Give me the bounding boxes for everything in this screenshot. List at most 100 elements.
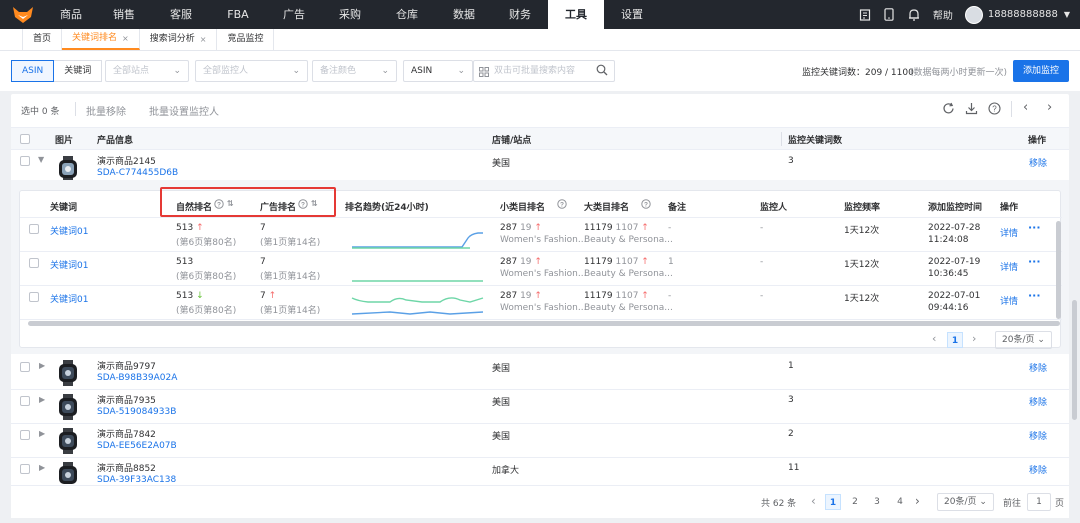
detail-button[interactable]: 详情: [1000, 226, 1018, 239]
task-list-icon[interactable]: [853, 8, 877, 21]
note-value[interactable]: 1: [668, 257, 674, 267]
batch-remove-button[interactable]: 批量移除: [86, 103, 126, 118]
chevron-right-icon[interactable]: ›: [1047, 100, 1052, 115]
row-checkbox[interactable]: [20, 156, 30, 166]
detail-button[interactable]: 详情: [1000, 260, 1018, 273]
question-icon[interactable]: ?: [641, 199, 651, 212]
nav-item-service[interactable]: 客服: [152, 0, 210, 29]
chevron-left-icon[interactable]: ‹: [811, 494, 816, 508]
user-phone[interactable]: 18888888888: [988, 9, 1058, 20]
subtable-horizontal-scrollbar[interactable]: [28, 321, 1060, 326]
page-1-button[interactable]: 1: [825, 494, 841, 510]
page-2-button[interactable]: 2: [847, 494, 863, 510]
row-checkbox[interactable]: [29, 258, 39, 268]
note-color-select[interactable]: 备注颜色 ⌄: [312, 60, 397, 82]
row-checkbox[interactable]: [20, 464, 30, 474]
fox-logo-icon[interactable]: [0, 0, 46, 29]
help-link[interactable]: 帮助: [933, 7, 953, 22]
page-4-button[interactable]: 4: [892, 494, 908, 510]
batch-grid-icon[interactable]: [479, 65, 489, 85]
more-icon[interactable]: ···: [1028, 255, 1041, 268]
product-sku-link[interactable]: SDA-C774455D6B: [97, 168, 178, 178]
select-all-checkbox[interactable]: [20, 134, 30, 144]
remove-button[interactable]: 移除: [1029, 361, 1047, 374]
row-checkbox[interactable]: [20, 430, 30, 440]
tab-competitor-monitor[interactable]: 竞品监控: [217, 29, 275, 50]
monitor-select[interactable]: 全部监控人 ⌄: [195, 60, 308, 82]
row-checkbox[interactable]: [20, 362, 30, 372]
chevron-left-icon[interactable]: ‹: [932, 332, 936, 345]
nav-item-finance[interactable]: 财务: [492, 0, 548, 29]
tab-search-term-analysis[interactable]: 搜索词分析 ×: [140, 29, 218, 50]
product-sku-link[interactable]: SDA-39F33AC138: [97, 475, 176, 485]
detail-button[interactable]: 详情: [1000, 294, 1018, 307]
keyword-link[interactable]: 关键词01: [50, 292, 88, 305]
search-input[interactable]: 双击可批量搜索内容: [473, 60, 615, 82]
user-avatar[interactable]: [964, 5, 983, 24]
add-monitor-button[interactable]: 添加监控: [1013, 60, 1069, 82]
subtable-page-size-select[interactable]: 20条/页 ⌄: [995, 331, 1052, 349]
expand-caret-icon[interactable]: ▶: [39, 463, 45, 472]
page-vertical-scrollbar[interactable]: [1072, 300, 1077, 420]
nav-item-purchase[interactable]: 采购: [322, 0, 378, 29]
batch-set-monitor-button[interactable]: 批量设置监控人: [149, 103, 219, 118]
download-icon[interactable]: [965, 102, 978, 118]
refresh-icon[interactable]: [942, 102, 955, 118]
collapse-caret-icon[interactable]: ▼: [38, 155, 44, 164]
sub-header-added-time: 添加监控时间: [928, 203, 983, 213]
expand-caret-icon[interactable]: ▶: [39, 361, 45, 370]
search-type-select[interactable]: ASIN ⌄: [403, 60, 473, 82]
keyword-link[interactable]: 关键词01: [50, 224, 88, 237]
tab-keyword-ranking[interactable]: 关键词排名 ×: [62, 29, 140, 50]
close-icon[interactable]: ×: [200, 29, 207, 50]
nav-item-tools[interactable]: 工具: [548, 0, 604, 29]
mobile-phone-icon[interactable]: [877, 8, 901, 21]
chevron-down-icon[interactable]: ▼: [1064, 10, 1070, 19]
search-type-value: ASIN: [411, 66, 433, 76]
question-icon[interactable]: ?: [988, 102, 1001, 118]
question-icon[interactable]: ?: [557, 199, 567, 212]
subtable-page-1[interactable]: 1: [947, 332, 963, 348]
product-sku-link[interactable]: SDA-EE56E2A07B: [97, 441, 177, 451]
nav-item-fba[interactable]: FBA: [210, 0, 266, 29]
nav-item-ads[interactable]: 广告: [266, 0, 322, 29]
mode-keyword-button[interactable]: 关键词: [54, 61, 101, 81]
note-value[interactable]: -: [668, 291, 671, 301]
expand-caret-icon[interactable]: ▶: [39, 429, 45, 438]
chevron-right-icon[interactable]: ›: [915, 494, 920, 508]
nav-item-warehouse[interactable]: 仓库: [378, 0, 436, 29]
close-icon[interactable]: ×: [122, 28, 129, 49]
goto-label: 前往: [1003, 499, 1022, 509]
goto-page-input[interactable]: 1: [1027, 493, 1051, 511]
page-3-button[interactable]: 3: [869, 494, 885, 510]
search-icon[interactable]: [596, 64, 608, 84]
page-size-select[interactable]: 20条/页 ⌄: [937, 493, 994, 511]
nav-item-products[interactable]: 商品: [46, 0, 96, 29]
note-value[interactable]: -: [668, 223, 671, 233]
product-sku-link[interactable]: SDA-519084933B: [97, 407, 176, 417]
chevron-left-icon[interactable]: ‹: [1023, 100, 1028, 115]
bell-icon[interactable]: [901, 8, 927, 21]
keyword-link[interactable]: 关键词01: [50, 258, 88, 271]
site-select[interactable]: 全部站点 ⌄: [105, 60, 189, 82]
chevron-right-icon[interactable]: ›: [972, 332, 976, 345]
sub-header-big-category: 大类目排名: [584, 203, 630, 213]
remove-button[interactable]: 移除: [1029, 463, 1047, 476]
subtable-vertical-scrollbar[interactable]: [1056, 221, 1061, 319]
tab-label: 竞品监控: [227, 34, 264, 44]
tab-home[interactable]: 首页: [22, 29, 63, 50]
more-icon[interactable]: ···: [1028, 221, 1041, 234]
row-checkbox[interactable]: [29, 292, 39, 302]
product-sku-link[interactable]: SDA-B98B39A02A: [97, 373, 177, 383]
expand-caret-icon[interactable]: ▶: [39, 395, 45, 404]
row-checkbox[interactable]: [20, 396, 30, 406]
remove-button[interactable]: 移除: [1029, 156, 1047, 169]
remove-button[interactable]: 移除: [1029, 395, 1047, 408]
mode-asin-button[interactable]: ASIN: [11, 60, 55, 82]
nav-item-sales[interactable]: 销售: [96, 0, 152, 29]
more-icon[interactable]: ···: [1028, 289, 1041, 302]
nav-item-data[interactable]: 数据: [436, 0, 492, 29]
remove-button[interactable]: 移除: [1029, 429, 1047, 442]
row-checkbox[interactable]: [29, 224, 39, 234]
nav-item-settings[interactable]: 设置: [604, 0, 660, 29]
